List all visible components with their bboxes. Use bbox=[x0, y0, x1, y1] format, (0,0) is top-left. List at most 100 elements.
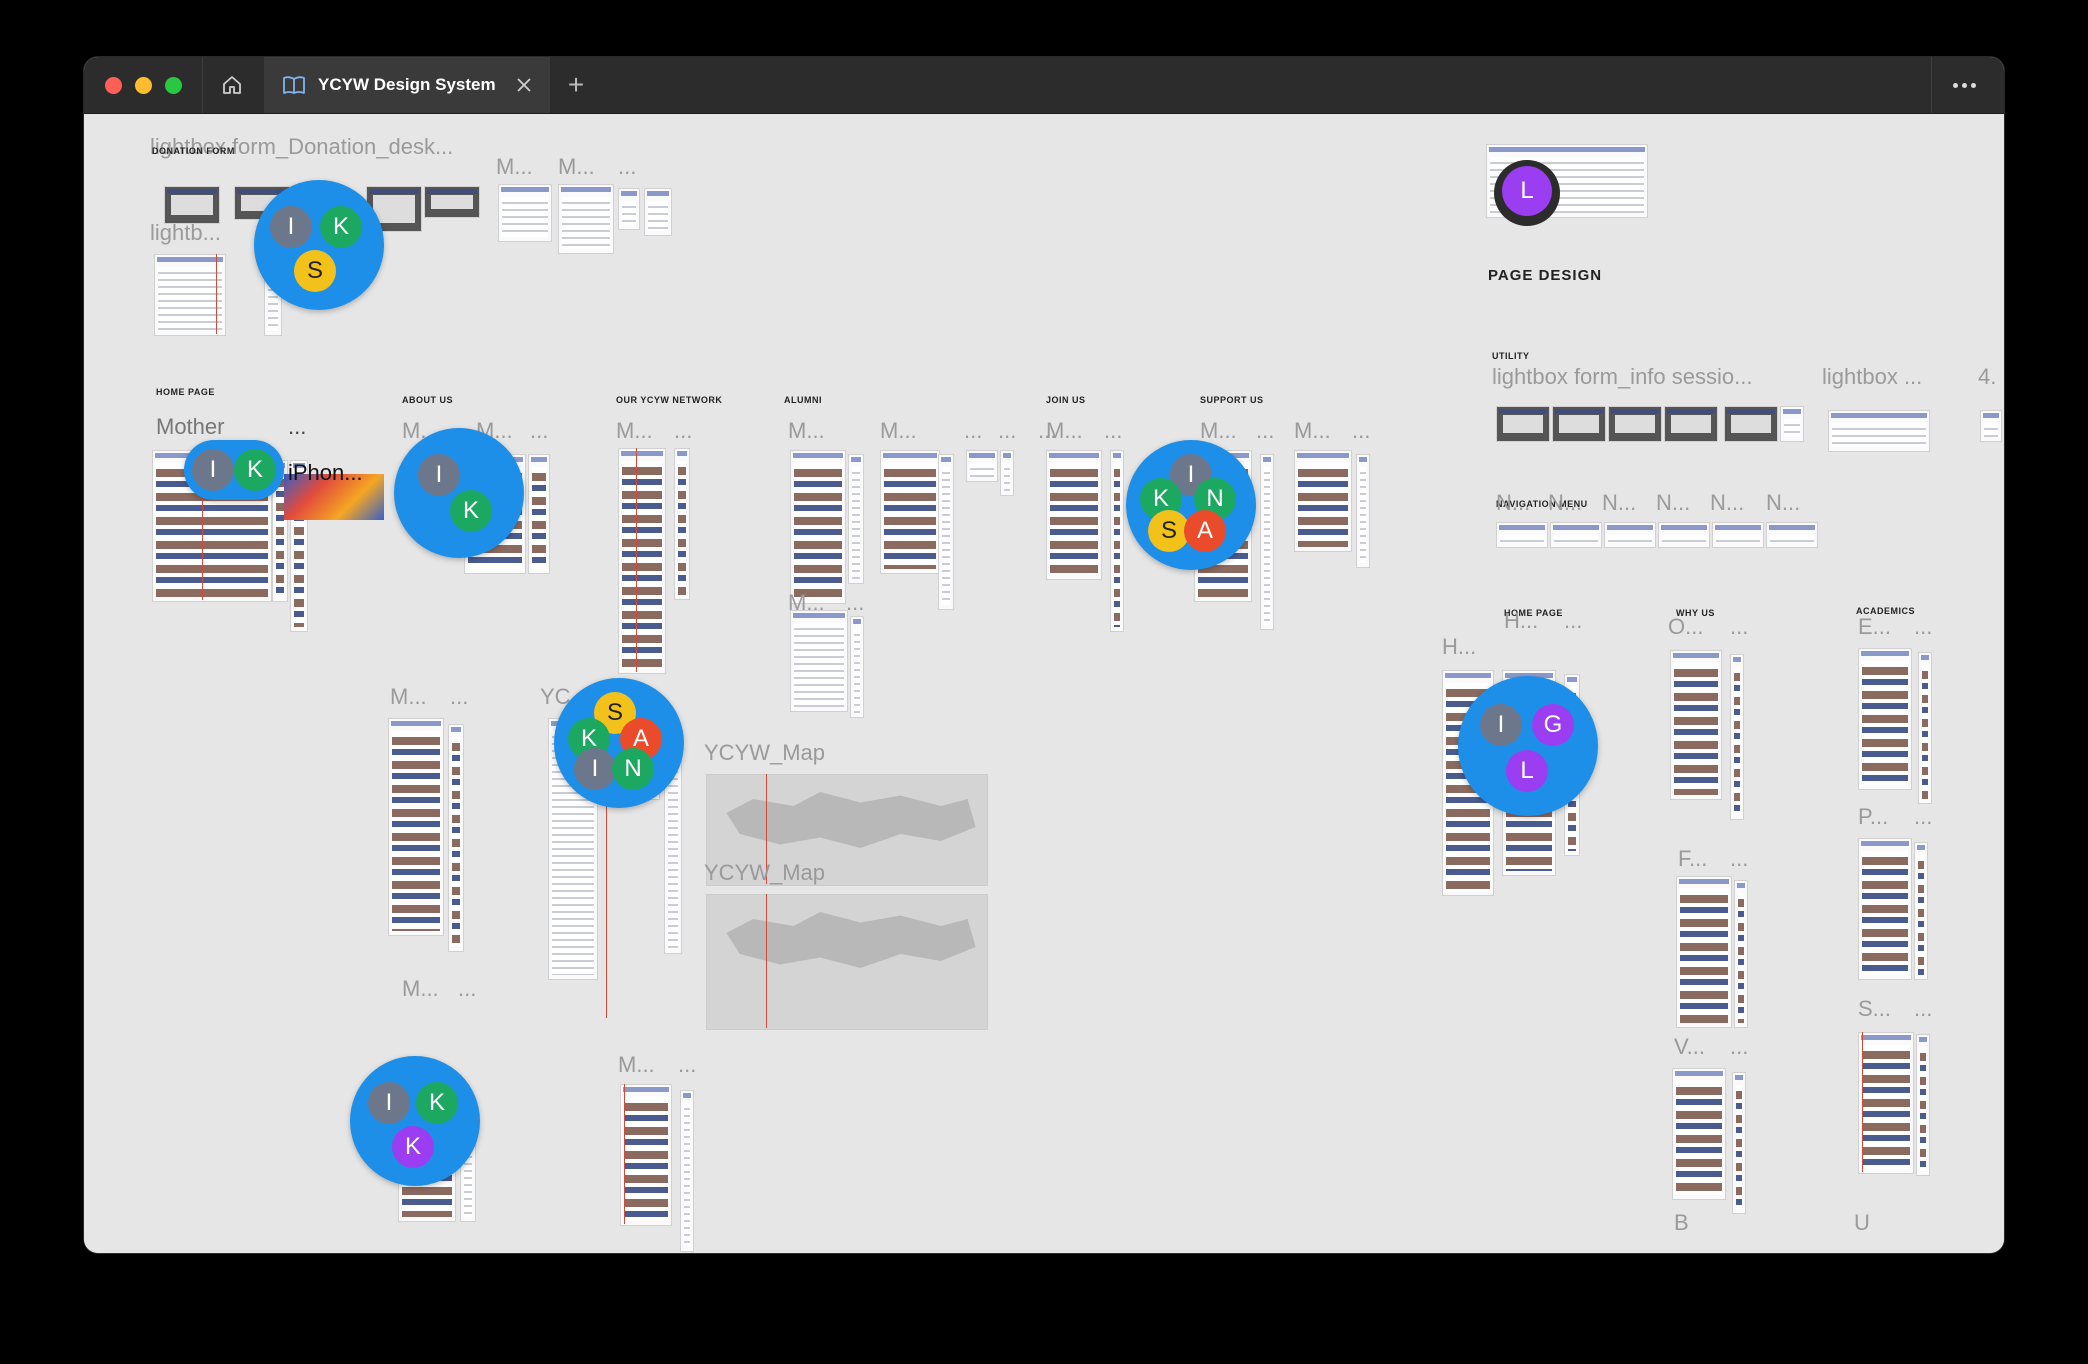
frame-thumbnail[interactable] bbox=[848, 454, 864, 584]
frame-thumbnail[interactable] bbox=[1858, 648, 1912, 790]
frame-label[interactable]: ... bbox=[1352, 418, 1370, 444]
avatar[interactable]: I bbox=[192, 449, 234, 491]
frame-thumbnail[interactable] bbox=[1550, 522, 1602, 548]
frame-label[interactable]: lightb... bbox=[150, 220, 221, 246]
close-tab-icon[interactable] bbox=[512, 73, 536, 97]
frame-thumbnail[interactable] bbox=[674, 448, 690, 600]
avatar[interactable]: I bbox=[1480, 704, 1522, 746]
frame-label[interactable]: ... bbox=[1104, 418, 1122, 444]
frame-thumbnail[interactable] bbox=[618, 188, 640, 230]
frame-thumbnail[interactable] bbox=[680, 1090, 694, 1252]
frame-label[interactable]: ... bbox=[458, 976, 476, 1002]
frame-label[interactable]: ... bbox=[1730, 1034, 1748, 1060]
avatar[interactable]: K bbox=[450, 490, 492, 532]
avatar[interactable]: K bbox=[416, 1082, 458, 1124]
avatar[interactable]: L bbox=[1502, 166, 1552, 216]
frame-thumbnail[interactable] bbox=[850, 616, 864, 718]
frame-thumbnail[interactable] bbox=[1712, 522, 1764, 548]
frame-thumbnail[interactable] bbox=[1110, 450, 1124, 632]
frame-label[interactable]: H... bbox=[1442, 634, 1476, 660]
frame-label[interactable]: N... bbox=[1602, 490, 1636, 516]
frame-label[interactable]: M... bbox=[788, 418, 825, 444]
zoom-window-button[interactable] bbox=[165, 77, 182, 94]
frame-label[interactable]: S... bbox=[1858, 996, 1891, 1022]
frame-label[interactable]: ... bbox=[288, 414, 306, 440]
frame-thumbnail[interactable] bbox=[790, 450, 846, 604]
frame-label[interactable]: H... bbox=[1504, 608, 1538, 634]
frame-label[interactable]: ... bbox=[1730, 846, 1748, 872]
avatar[interactable]: K bbox=[392, 1126, 434, 1168]
frame-label[interactable]: M... bbox=[616, 418, 653, 444]
frame-thumbnail[interactable] bbox=[448, 724, 464, 952]
frame-thumbnail[interactable] bbox=[1496, 406, 1550, 442]
frame-thumbnail[interactable] bbox=[1858, 838, 1912, 980]
frame-label[interactable]: ... bbox=[998, 418, 1016, 444]
frame-label[interactable]: M... bbox=[880, 418, 917, 444]
frame-label[interactable]: F... bbox=[1678, 846, 1707, 872]
frame-thumbnail[interactable] bbox=[1260, 454, 1274, 630]
frame-thumbnail[interactable] bbox=[558, 184, 614, 254]
avatar[interactable]: I bbox=[270, 206, 312, 248]
frame-label[interactable]: ... bbox=[1256, 418, 1274, 444]
frame-thumbnail[interactable] bbox=[1730, 654, 1744, 820]
frame-thumbnail[interactable] bbox=[1356, 454, 1370, 568]
frame-label[interactable]: ... bbox=[450, 684, 468, 710]
collaborator-cluster[interactable]: I K S bbox=[254, 180, 384, 310]
avatar[interactable]: I bbox=[418, 454, 460, 496]
frame-thumbnail[interactable] bbox=[1604, 522, 1656, 548]
frame-thumbnail[interactable] bbox=[1608, 406, 1662, 442]
avatar[interactable]: A bbox=[1184, 510, 1226, 552]
frame-thumbnail[interactable] bbox=[1672, 1068, 1726, 1200]
frame-thumbnail[interactable] bbox=[1914, 842, 1928, 980]
frame-thumbnail[interactable] bbox=[1724, 406, 1778, 442]
frame-thumbnail[interactable] bbox=[1780, 406, 1804, 442]
frame-label[interactable]: M... bbox=[390, 684, 427, 710]
frame-label[interactable]: N... bbox=[1766, 490, 1800, 516]
frame-label[interactable]: lightbox ... bbox=[1822, 364, 1922, 390]
frame-label[interactable]: ... bbox=[678, 1052, 696, 1078]
frame-thumbnail[interactable] bbox=[1828, 410, 1930, 452]
frame-thumbnail[interactable] bbox=[1980, 410, 2002, 442]
frame-thumbnail[interactable] bbox=[790, 610, 848, 712]
frame-label[interactable]: ... bbox=[1914, 996, 1932, 1022]
frame-label[interactable]: N... bbox=[1496, 490, 1530, 516]
collaborator-cluster[interactable]: I K N S A bbox=[1126, 440, 1256, 570]
frame-thumbnail[interactable] bbox=[1658, 522, 1710, 548]
frame-label[interactable]: M... bbox=[558, 154, 595, 180]
frame-label[interactable]: YCYW_Map bbox=[704, 860, 825, 886]
collaborator-cluster[interactable]: I K bbox=[184, 440, 284, 500]
design-canvas[interactable]: lightbox form_Donation_desk... DONATION … bbox=[84, 114, 2004, 1253]
frame-label[interactable]: Mother bbox=[156, 414, 224, 440]
frame-label[interactable]: ... bbox=[1914, 614, 1932, 640]
frame-label[interactable]: N... bbox=[1656, 490, 1690, 516]
frame-label[interactable]: M... bbox=[1200, 418, 1237, 444]
frame-thumbnail[interactable] bbox=[1676, 876, 1732, 1028]
frame-label[interactable]: iPhon... bbox=[288, 460, 363, 486]
frame-thumbnail[interactable] bbox=[1734, 880, 1748, 1028]
avatar[interactable]: S bbox=[294, 250, 336, 292]
frame-label[interactable]: V... bbox=[1674, 1034, 1705, 1060]
frame-thumbnail[interactable] bbox=[1732, 1072, 1746, 1214]
frame-label[interactable]: B bbox=[1674, 1210, 1689, 1236]
frame-thumbnail[interactable] bbox=[618, 448, 666, 674]
frame-thumbnail[interactable] bbox=[1294, 450, 1352, 552]
frame-thumbnail[interactable] bbox=[1858, 1032, 1914, 1174]
tab-ycyw-design-system[interactable]: YCYW Design System bbox=[264, 57, 550, 113]
frame-label[interactable]: M... bbox=[618, 1052, 655, 1078]
frame-thumbnail[interactable] bbox=[1046, 450, 1102, 580]
frame-thumbnail[interactable] bbox=[1496, 522, 1548, 548]
frame-thumbnail[interactable] bbox=[620, 1084, 672, 1226]
frame-label[interactable]: ... bbox=[1730, 614, 1748, 640]
frame-label[interactable]: 4. bbox=[1978, 364, 1996, 390]
avatar[interactable]: N bbox=[612, 748, 654, 790]
frame-label[interactable]: ... bbox=[1564, 608, 1582, 634]
frame-thumbnail[interactable] bbox=[966, 450, 998, 482]
frame-thumbnail[interactable] bbox=[1670, 650, 1722, 800]
avatar[interactable]: L bbox=[1506, 750, 1548, 792]
frame-label[interactable]: M... bbox=[402, 976, 439, 1002]
collaborator-cluster[interactable]: I K K bbox=[350, 1056, 480, 1186]
frame-thumbnail[interactable] bbox=[880, 450, 940, 574]
collaborator-cluster[interactable]: I G L bbox=[1458, 676, 1598, 816]
minimize-window-button[interactable] bbox=[135, 77, 152, 94]
frame-thumbnail[interactable] bbox=[498, 184, 552, 242]
